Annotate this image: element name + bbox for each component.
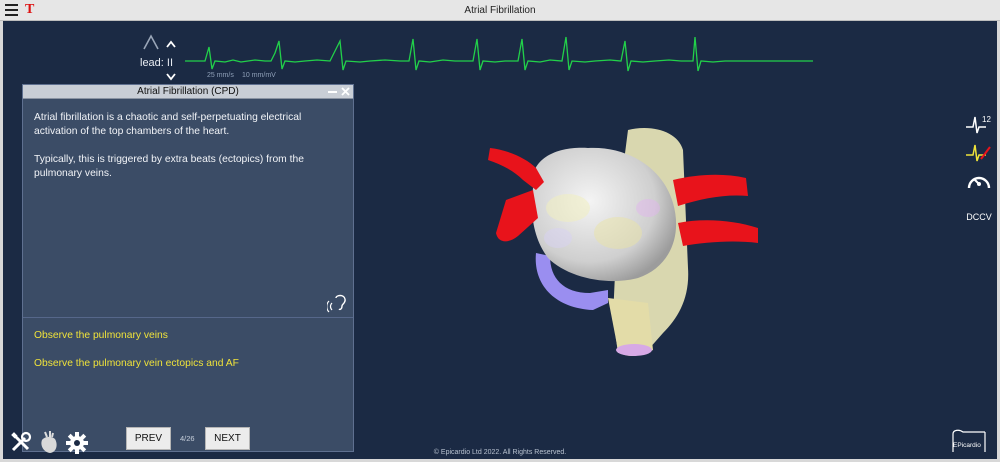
- speed-gauge-icon[interactable]: [966, 170, 992, 192]
- copyright-notice: © Epicardio Ltd 2022. All Rights Reserve…: [433, 449, 567, 456]
- panel-body: Atrial fibrillation is a chaotic and sel…: [23, 100, 353, 317]
- speak-icon[interactable]: [327, 294, 349, 314]
- ecg-speed-label: 25 mm/s: [207, 72, 234, 79]
- next-button[interactable]: NEXT: [205, 427, 250, 450]
- task-item[interactable]: Observe the pulmonary vein ectopics and …: [34, 358, 239, 369]
- panel-divider: [23, 317, 353, 318]
- window-title: Atrial Fibrillation: [464, 5, 536, 16]
- lead-prev-chevron-down-icon[interactable]: [166, 73, 176, 81]
- ecg-marker-icon[interactable]: [966, 141, 992, 163]
- prev-button[interactable]: PREV: [126, 427, 171, 450]
- caret-up-icon[interactable]: [143, 34, 159, 50]
- dccv-label[interactable]: DCCV: [962, 212, 996, 222]
- lead-next-chevron-up-icon[interactable]: [166, 40, 176, 48]
- title-bar: T Atrial Fibrillation: [0, 0, 1000, 21]
- info-panel: Atrial Fibrillation (CPD) Atrial fibrill…: [22, 84, 354, 452]
- description-paragraph: Atrial fibrillation is a chaotic and sel…: [34, 112, 302, 137]
- logo-text: EPicardio: [953, 442, 981, 449]
- lead-label: lead: II: [140, 57, 174, 69]
- ecg-gain-label: 10 mm/mV: [242, 72, 276, 79]
- panel-header[interactable]: Atrial Fibrillation (CPD): [23, 85, 353, 99]
- panel-title: Atrial Fibrillation (CPD): [137, 86, 239, 97]
- epicardio-logo: [952, 429, 986, 452]
- minimize-icon[interactable]: [327, 86, 338, 97]
- description-paragraph: Typically, this is triggered by extra be…: [34, 154, 304, 179]
- atrial-3d-model[interactable]: [478, 118, 778, 368]
- close-icon[interactable]: [340, 86, 351, 97]
- task-item[interactable]: Observe the pulmonary veins: [34, 330, 168, 341]
- ecg-trace-line: [185, 36, 813, 72]
- page-counter: 4/26: [180, 434, 195, 443]
- ecg-12-lead-icon[interactable]: 12: [966, 113, 992, 135]
- ecg12-label: 12: [982, 115, 991, 124]
- ecg-trace: [185, 36, 813, 72]
